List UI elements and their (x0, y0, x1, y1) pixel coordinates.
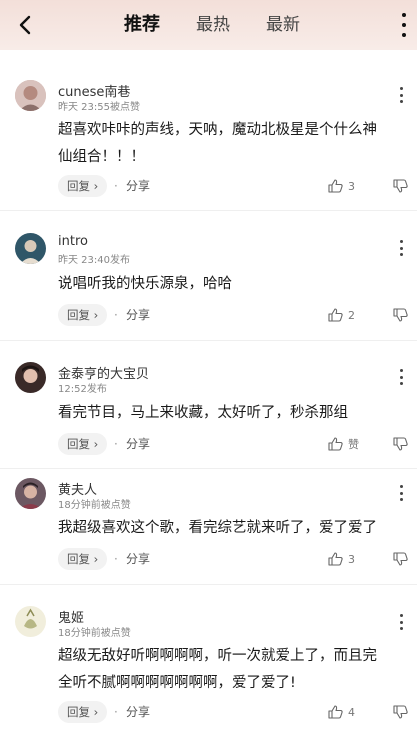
more-dot-icon (402, 23, 406, 27)
thumbs-down-icon (393, 308, 408, 322)
divider (0, 340, 417, 341)
reply-label: 回复 (67, 437, 90, 451)
more-dot-icon (402, 13, 406, 17)
comment-text-line: 说唱听我的快乐源泉，哈哈 (58, 276, 232, 292)
reply-button[interactable]: 回复 › (58, 433, 108, 455)
reply-label: 回复 (67, 552, 90, 566)
comment-more-button[interactable] (398, 87, 404, 103)
reply-button[interactable]: 回复 › (58, 175, 108, 197)
share-button[interactable]: 分享 (126, 701, 150, 723)
divider (0, 584, 417, 585)
dislike-button[interactable] (393, 304, 408, 326)
like-count: 2 (348, 308, 355, 322)
comment-text: 看完节目，马上来收藏，太好听了，秒杀那组 (58, 400, 403, 427)
username[interactable]: intro (58, 234, 88, 249)
comment-text-line: 仙组合！！！ (58, 149, 145, 165)
avatar-image (15, 478, 46, 509)
like-button[interactable]: 4 (328, 701, 355, 723)
avatar[interactable] (15, 80, 46, 111)
share-button[interactable]: 分享 (126, 433, 150, 455)
avatar-image (15, 233, 46, 264)
thumbs-down-icon (393, 437, 408, 451)
tab-hottest[interactable]: 最热 (196, 12, 230, 38)
tab-recommended[interactable]: 推荐 (124, 12, 160, 38)
dislike-button[interactable] (393, 175, 408, 197)
like-count: 3 (348, 179, 355, 193)
comment-meta: 18分钟前被点赞 (58, 500, 131, 511)
more-options-button[interactable] (397, 13, 411, 37)
like-button[interactable]: 2 (328, 304, 355, 326)
thumbs-up-icon (328, 179, 343, 193)
comment-text: 超喜欢咔咔的声线，天呐，魔动北极星是个什么神 仙组合！！！ (58, 117, 403, 171)
separator-dot: · (114, 705, 118, 719)
comment-text-line: 我超级喜欢这个歌，看完综艺就来听了，爱了爱了 (58, 520, 377, 536)
separator-dot: · (114, 552, 118, 566)
dislike-button[interactable] (393, 548, 408, 570)
thumbs-down-icon (393, 179, 408, 193)
reply-label: 回复 (67, 179, 90, 193)
divider (0, 210, 417, 211)
comment-more-button[interactable] (398, 369, 404, 385)
tab-newest[interactable]: 最新 (266, 12, 300, 38)
like-button[interactable]: 3 (328, 175, 355, 197)
like-count: 4 (348, 705, 355, 719)
more-dot-icon (402, 33, 406, 37)
avatar[interactable] (15, 606, 46, 637)
thumbs-up-icon (328, 552, 343, 566)
like-count: 3 (348, 552, 355, 566)
comment-meta: 12:52发布 (58, 384, 107, 395)
thumbs-down-icon (393, 552, 408, 566)
thumbs-up-icon (328, 308, 343, 322)
share-button[interactable]: 分享 (126, 548, 150, 570)
avatar-image (15, 362, 46, 393)
sort-tabs: 推荐 最热 最新 (0, 12, 417, 38)
comment-text: 说唱听我的快乐源泉，哈哈 (58, 271, 403, 298)
avatar[interactable] (15, 233, 46, 264)
avatar[interactable] (15, 362, 46, 393)
comment-meta: 昨天 23:40发布 (58, 255, 130, 266)
comment-text-line: 超喜欢咔咔的声线，天呐，魔动北极星是个什么神 (58, 122, 377, 138)
reply-label: 回复 (67, 308, 90, 322)
avatar-image (15, 80, 46, 111)
separator-dot: · (114, 308, 118, 322)
top-navigation-bar: 推荐 最热 最新 (0, 0, 417, 50)
like-button[interactable]: 3 (328, 548, 355, 570)
avatar-image (15, 606, 46, 637)
reply-button[interactable]: 回复 › (58, 548, 108, 570)
divider (0, 468, 417, 469)
avatar[interactable] (15, 478, 46, 509)
comment-text-line: 看完节目，马上来收藏，太好听了，秒杀那组 (58, 405, 348, 421)
comment-text: 超级无敌好听啊啊啊啊，听一次就爱上了，而且完 全听不腻啊啊啊啊啊啊啊，爱了爱了! (58, 643, 403, 697)
comment-more-button[interactable] (398, 485, 404, 501)
comment-list: cunese南巷 昨天 23:55被点赞 超喜欢咔咔的声线，天呐，魔动北极星是个… (0, 58, 417, 738)
reply-label: 回复 (67, 705, 90, 719)
thumbs-down-icon (393, 705, 408, 719)
reply-button[interactable]: 回复 › (58, 701, 108, 723)
dislike-button[interactable] (393, 701, 408, 723)
comment-more-button[interactable] (398, 614, 404, 630)
comment-more-button[interactable] (398, 240, 404, 256)
reply-button[interactable]: 回复 › (58, 304, 108, 326)
like-button[interactable]: 赞 (328, 433, 359, 455)
comment-text-line: 超级无敌好听啊啊啊啊，听一次就爱上了，而且完 (58, 648, 377, 664)
share-button[interactable]: 分享 (126, 175, 150, 197)
comment-text: 我超级喜欢这个歌，看完综艺就来听了，爱了爱了 (58, 515, 403, 542)
separator-dot: · (114, 179, 118, 193)
like-count: 赞 (348, 438, 359, 451)
comment-meta: 昨天 23:55被点赞 (58, 102, 140, 113)
comment-meta: 18分钟前被点赞 (58, 628, 131, 639)
thumbs-up-icon (328, 705, 343, 719)
thumbs-up-icon (328, 437, 343, 451)
separator-dot: · (114, 437, 118, 451)
dislike-button[interactable] (393, 433, 408, 455)
share-button[interactable]: 分享 (126, 304, 150, 326)
comment-text-line: 全听不腻啊啊啊啊啊啊啊，爱了爱了! (58, 675, 296, 691)
